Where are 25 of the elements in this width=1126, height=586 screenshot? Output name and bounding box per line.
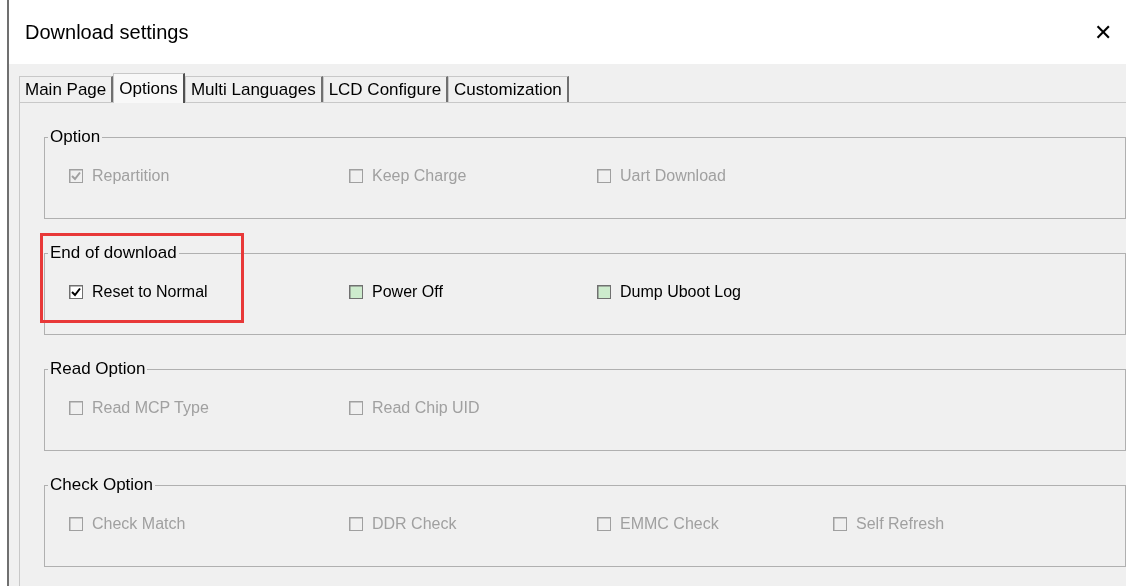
window-title: Download settings [25, 20, 189, 45]
checkbox[interactable] [69, 285, 83, 299]
checkbox-label: Uart Download [620, 166, 726, 186]
close-button[interactable]: ✕ [1094, 15, 1112, 49]
checkbox-label: DDR Check [372, 514, 457, 534]
tab[interactable]: Multi Languages [184, 76, 323, 102]
checkbox-label: Dump Uboot Log [620, 282, 741, 302]
checkbox-label: Read Chip UID [372, 398, 480, 418]
checkbox-label: Repartition [92, 166, 170, 186]
checkbox-label: Keep Charge [372, 166, 467, 186]
tab[interactable]: LCD Configure [322, 76, 449, 102]
checkbox[interactable] [597, 285, 611, 299]
checkbox[interactable] [349, 285, 363, 299]
tab[interactable]: Options [113, 73, 185, 103]
group-title: Option [48, 127, 103, 147]
checkbox-label: Power Off [372, 282, 443, 302]
checkbox-label: Check Match [92, 514, 186, 534]
group-title: Check Option [48, 475, 155, 495]
tab[interactable]: Customization [448, 76, 569, 102]
group-title: Read Option [48, 359, 148, 379]
checkbox-label: EMMC Check [620, 514, 719, 534]
tab[interactable]: Main Page [19, 76, 114, 102]
checkbox-label: Read MCP Type [92, 398, 209, 418]
checkbox-label: Reset to Normal [92, 282, 208, 302]
checkbox-label: Self Refresh [856, 514, 945, 534]
